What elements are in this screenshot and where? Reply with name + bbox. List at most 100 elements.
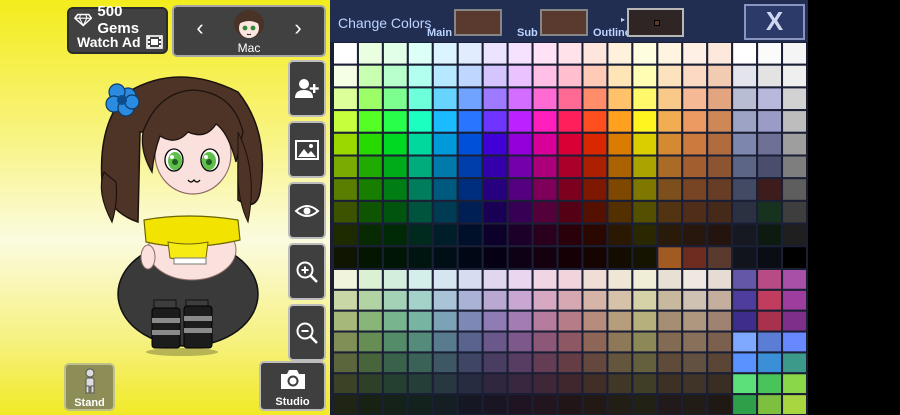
color-cell[interactable] <box>406 154 434 180</box>
zoom-out-button[interactable] <box>288 304 326 361</box>
color-cell[interactable] <box>581 393 609 415</box>
color-cell[interactable] <box>781 372 807 396</box>
color-cell[interactable] <box>581 222 609 248</box>
color-cell[interactable] <box>333 109 359 134</box>
color-cell[interactable] <box>456 86 484 112</box>
color-cell[interactable] <box>731 351 759 375</box>
color-cell[interactable] <box>581 86 609 112</box>
color-cell[interactable] <box>706 309 734 333</box>
color-cell[interactable] <box>531 372 559 396</box>
color-cell[interactable] <box>681 351 709 375</box>
color-cell[interactable] <box>381 63 409 89</box>
color-cell[interactable] <box>706 109 734 134</box>
color-cell[interactable] <box>556 330 584 354</box>
color-cell[interactable] <box>531 309 559 333</box>
color-cell[interactable] <box>431 42 459 66</box>
color-cell[interactable] <box>606 131 634 157</box>
color-cell[interactable] <box>406 199 434 225</box>
color-cell[interactable] <box>706 222 734 248</box>
color-cell[interactable] <box>756 351 784 375</box>
color-cell[interactable] <box>631 86 659 112</box>
color-cell[interactable] <box>431 268 459 291</box>
color-cell[interactable] <box>631 393 659 415</box>
color-cell[interactable] <box>406 109 434 134</box>
color-cell[interactable] <box>606 222 634 248</box>
gems-panel[interactable]: 500 Gems Watch Ad <box>67 3 168 54</box>
color-cell[interactable] <box>406 268 434 291</box>
color-cell[interactable] <box>381 268 409 291</box>
color-cell[interactable] <box>606 63 634 89</box>
color-cell[interactable] <box>406 177 434 202</box>
color-cell[interactable] <box>781 222 807 248</box>
color-cell[interactable] <box>731 131 759 157</box>
character-preview[interactable] <box>88 72 288 362</box>
color-cell[interactable] <box>606 309 634 333</box>
color-cell[interactable] <box>456 42 484 66</box>
color-cell[interactable] <box>481 309 509 333</box>
color-cell[interactable] <box>381 351 409 375</box>
color-cell[interactable] <box>781 63 807 89</box>
color-cell[interactable] <box>431 199 459 225</box>
color-cell[interactable] <box>431 131 459 157</box>
color-cell[interactable] <box>731 245 759 271</box>
sub-color-swatch[interactable] <box>540 9 588 36</box>
color-cell[interactable] <box>656 351 684 375</box>
color-cell[interactable] <box>756 288 784 312</box>
color-cell[interactable] <box>531 154 559 180</box>
color-cell[interactable] <box>333 288 359 312</box>
color-cell[interactable] <box>531 131 559 157</box>
color-cell[interactable] <box>656 330 684 354</box>
color-cell[interactable] <box>731 393 759 415</box>
color-cell[interactable] <box>356 131 384 157</box>
color-cell[interactable] <box>531 222 559 248</box>
color-cell[interactable] <box>481 131 509 157</box>
color-cell[interactable] <box>581 42 609 66</box>
main-color-swatch[interactable] <box>454 9 502 36</box>
color-cell[interactable] <box>406 288 434 312</box>
color-cell[interactable] <box>381 86 409 112</box>
color-cell[interactable] <box>681 268 709 291</box>
color-cell[interactable] <box>731 86 759 112</box>
color-cell[interactable] <box>631 199 659 225</box>
color-cell[interactable] <box>731 268 759 291</box>
color-cell[interactable] <box>481 109 509 134</box>
color-cell[interactable] <box>481 288 509 312</box>
color-cell[interactable] <box>781 351 807 375</box>
color-cell[interactable] <box>581 109 609 134</box>
color-cell[interactable] <box>606 109 634 134</box>
color-cell[interactable] <box>333 86 359 112</box>
color-cell[interactable] <box>706 372 734 396</box>
color-cell[interactable] <box>333 268 359 291</box>
color-cell[interactable] <box>356 330 384 354</box>
color-cell[interactable] <box>481 268 509 291</box>
color-cell[interactable] <box>506 268 534 291</box>
color-cell[interactable] <box>731 330 759 354</box>
color-cell[interactable] <box>781 330 807 354</box>
color-cell[interactable] <box>556 222 584 248</box>
color-cell[interactable] <box>731 109 759 134</box>
color-cell[interactable] <box>531 245 559 271</box>
color-cell[interactable] <box>481 351 509 375</box>
color-cell[interactable] <box>681 245 709 271</box>
color-cell[interactable] <box>581 288 609 312</box>
color-cell[interactable] <box>381 372 409 396</box>
color-cell[interactable] <box>481 42 509 66</box>
color-cell[interactable] <box>481 393 509 415</box>
color-cell[interactable] <box>781 199 807 225</box>
color-cell[interactable] <box>656 154 684 180</box>
color-cell[interactable] <box>756 393 784 415</box>
color-cell[interactable] <box>381 154 409 180</box>
color-cell[interactable] <box>531 351 559 375</box>
color-cell[interactable] <box>431 63 459 89</box>
color-cell[interactable] <box>706 288 734 312</box>
color-cell[interactable] <box>456 245 484 271</box>
color-cell[interactable] <box>431 288 459 312</box>
color-cell[interactable] <box>706 351 734 375</box>
color-cell[interactable] <box>656 177 684 202</box>
previous-character-arrow-icon[interactable]: ‹ <box>190 17 210 39</box>
color-cell[interactable] <box>333 199 359 225</box>
color-cell[interactable] <box>381 131 409 157</box>
color-cell[interactable] <box>556 393 584 415</box>
color-cell[interactable] <box>706 154 734 180</box>
color-cell[interactable] <box>431 309 459 333</box>
